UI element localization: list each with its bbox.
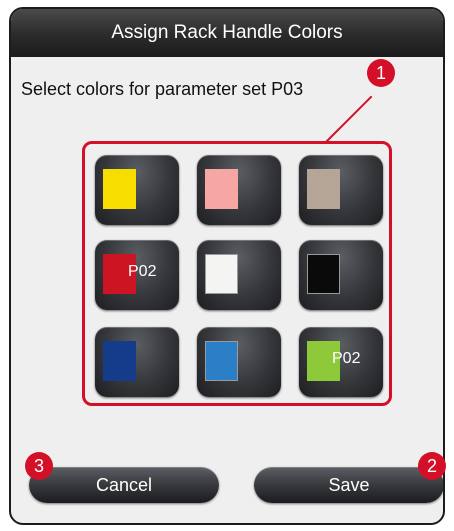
color-button-light-blue[interactable] (197, 327, 281, 397)
color-button-white[interactable] (197, 240, 281, 310)
color-swatch-dark-blue (103, 341, 136, 381)
color-button-green[interactable]: P02 (299, 327, 383, 397)
color-button-dark-blue[interactable] (95, 327, 179, 397)
save-button[interactable]: Save (254, 467, 443, 503)
color-button-red[interactable]: P02 (95, 240, 179, 310)
swatch-label-red: P02 (128, 263, 157, 280)
color-button-pink[interactable] (197, 155, 281, 225)
color-swatch-yellow (103, 169, 136, 209)
color-swatch-black (307, 254, 340, 294)
callout-marker-2: 2 (418, 452, 446, 480)
color-swatch-white (205, 254, 238, 294)
color-swatch-beige (307, 169, 340, 209)
cancel-button[interactable]: Cancel (29, 467, 219, 503)
color-swatch-pink (205, 169, 238, 209)
swatch-label-green: P02 (332, 350, 361, 367)
color-swatch-light-blue (205, 341, 238, 381)
color-button-black[interactable] (299, 240, 383, 310)
callout-marker-3: 3 (25, 452, 53, 480)
dialog-prompt: Select colors for parameter set P03 (21, 79, 304, 99)
color-button-beige[interactable] (299, 155, 383, 225)
dialog-title: Assign Rack Handle Colors (11, 9, 443, 57)
color-button-yellow[interactable] (95, 155, 179, 225)
callout-marker-1: 1 (367, 59, 395, 87)
